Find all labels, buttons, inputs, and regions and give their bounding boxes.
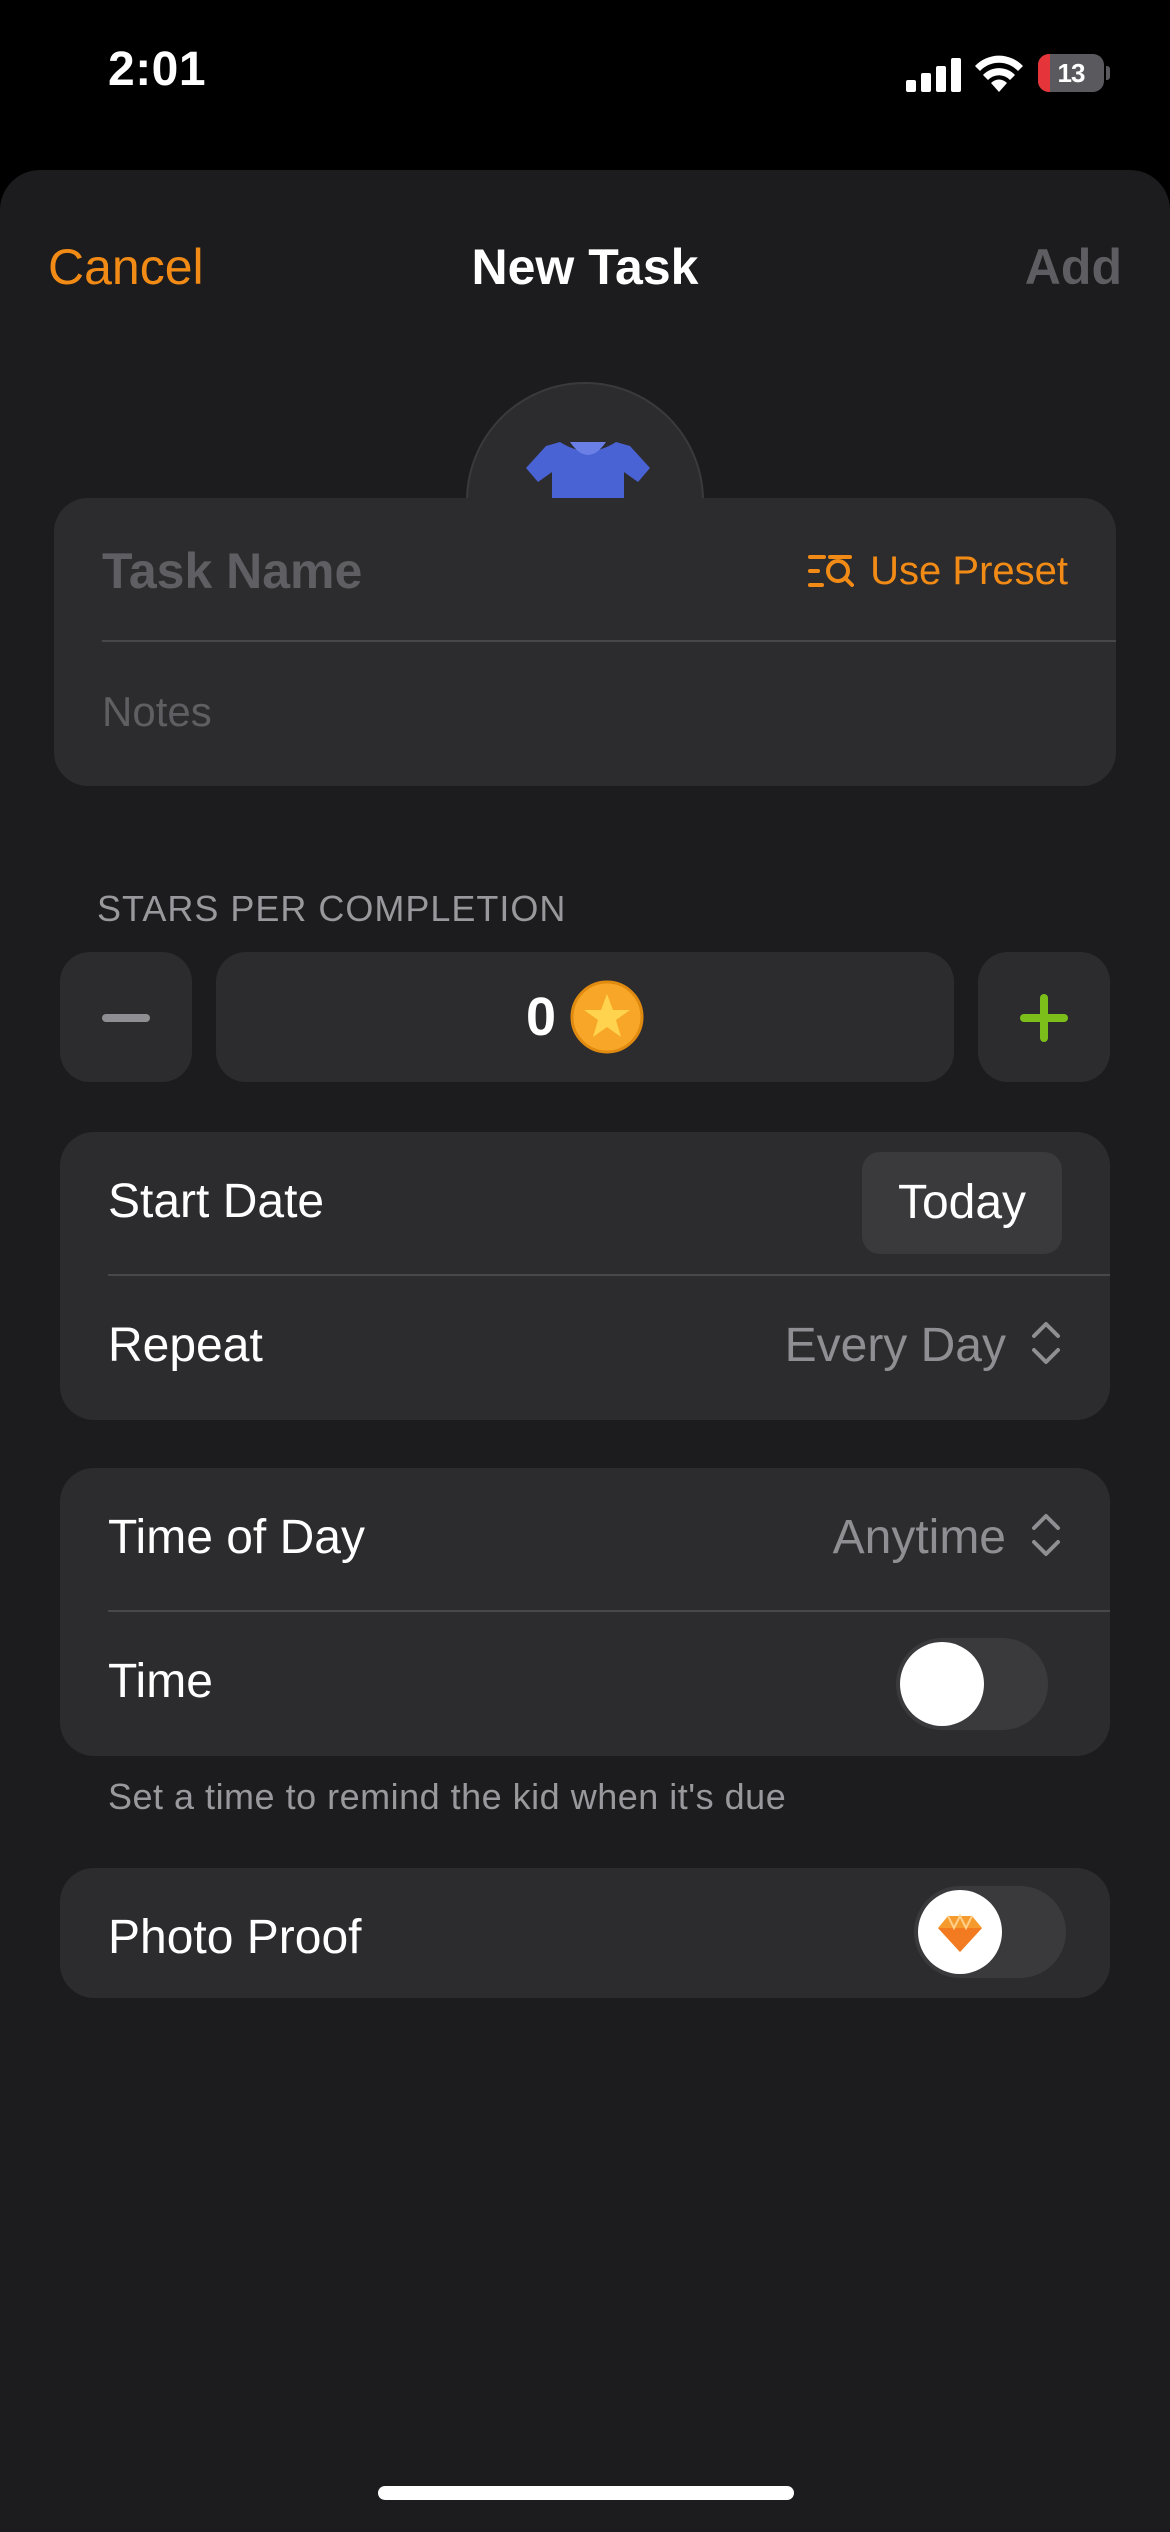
divider	[108, 1274, 1110, 1276]
time-of-day-label: Time of Day	[108, 1511, 365, 1564]
photo-proof-toggle[interactable]	[914, 1886, 1066, 1978]
repeat-picker[interactable]: Every Day	[785, 1318, 1006, 1373]
notes-input[interactable]: Notes	[102, 688, 212, 736]
stars-count: 0	[526, 987, 557, 1047]
battery-icon: 13	[1038, 54, 1110, 92]
time-hint: Set a time to remind the kid when it's d…	[108, 1776, 787, 1817]
photo-proof-label: Photo Proof	[108, 1911, 362, 1964]
chevron-up-down-icon[interactable]	[1030, 1318, 1062, 1368]
time-toggle[interactable]	[896, 1638, 1048, 1730]
time-of-day-picker[interactable]: Anytime	[833, 1510, 1006, 1565]
minus-icon	[102, 1014, 150, 1022]
status-bar: 2:01 13	[0, 0, 1170, 150]
star-coin-icon	[570, 980, 644, 1054]
increment-stars-button[interactable]	[978, 952, 1110, 1082]
use-preset-label: Use Preset	[870, 548, 1068, 593]
stars-value-display: 0	[216, 952, 954, 1082]
wifi-icon	[975, 55, 1023, 92]
add-button[interactable]: Add	[1025, 238, 1122, 296]
decrement-stars-button[interactable]	[60, 952, 192, 1082]
use-preset-button[interactable]: Use Preset	[808, 548, 1068, 594]
home-indicator	[378, 2486, 794, 2500]
chevron-up-down-icon[interactable]	[1030, 1510, 1062, 1560]
task-details-card: Task Name Use Preset Notes	[54, 498, 1116, 786]
gem-icon	[938, 1913, 982, 1952]
start-date-picker[interactable]: Today	[862, 1152, 1062, 1254]
time-label: Time	[108, 1655, 213, 1708]
list-search-icon	[808, 555, 855, 587]
signal-icon	[906, 58, 961, 92]
time-card: Time of Day Anytime Time	[60, 1468, 1110, 1756]
status-time: 2:01	[108, 43, 207, 96]
start-date-label: Start Date	[108, 1175, 325, 1228]
divider	[108, 1610, 1110, 1612]
battery-level: 13	[1057, 58, 1086, 88]
repeat-label: Repeat	[108, 1319, 263, 1372]
stars-section-label: STARS PER COMPLETION	[97, 888, 567, 929]
toggle-knob	[900, 1642, 984, 1726]
cancel-button[interactable]: Cancel	[48, 238, 204, 296]
photo-proof-card: Photo Proof	[60, 1868, 1110, 1998]
task-name-input[interactable]: Task Name	[102, 542, 362, 600]
toggle-knob	[918, 1890, 1002, 1974]
divider	[102, 640, 1116, 642]
schedule-card: Start Date Today Repeat Every Day	[60, 1132, 1110, 1420]
